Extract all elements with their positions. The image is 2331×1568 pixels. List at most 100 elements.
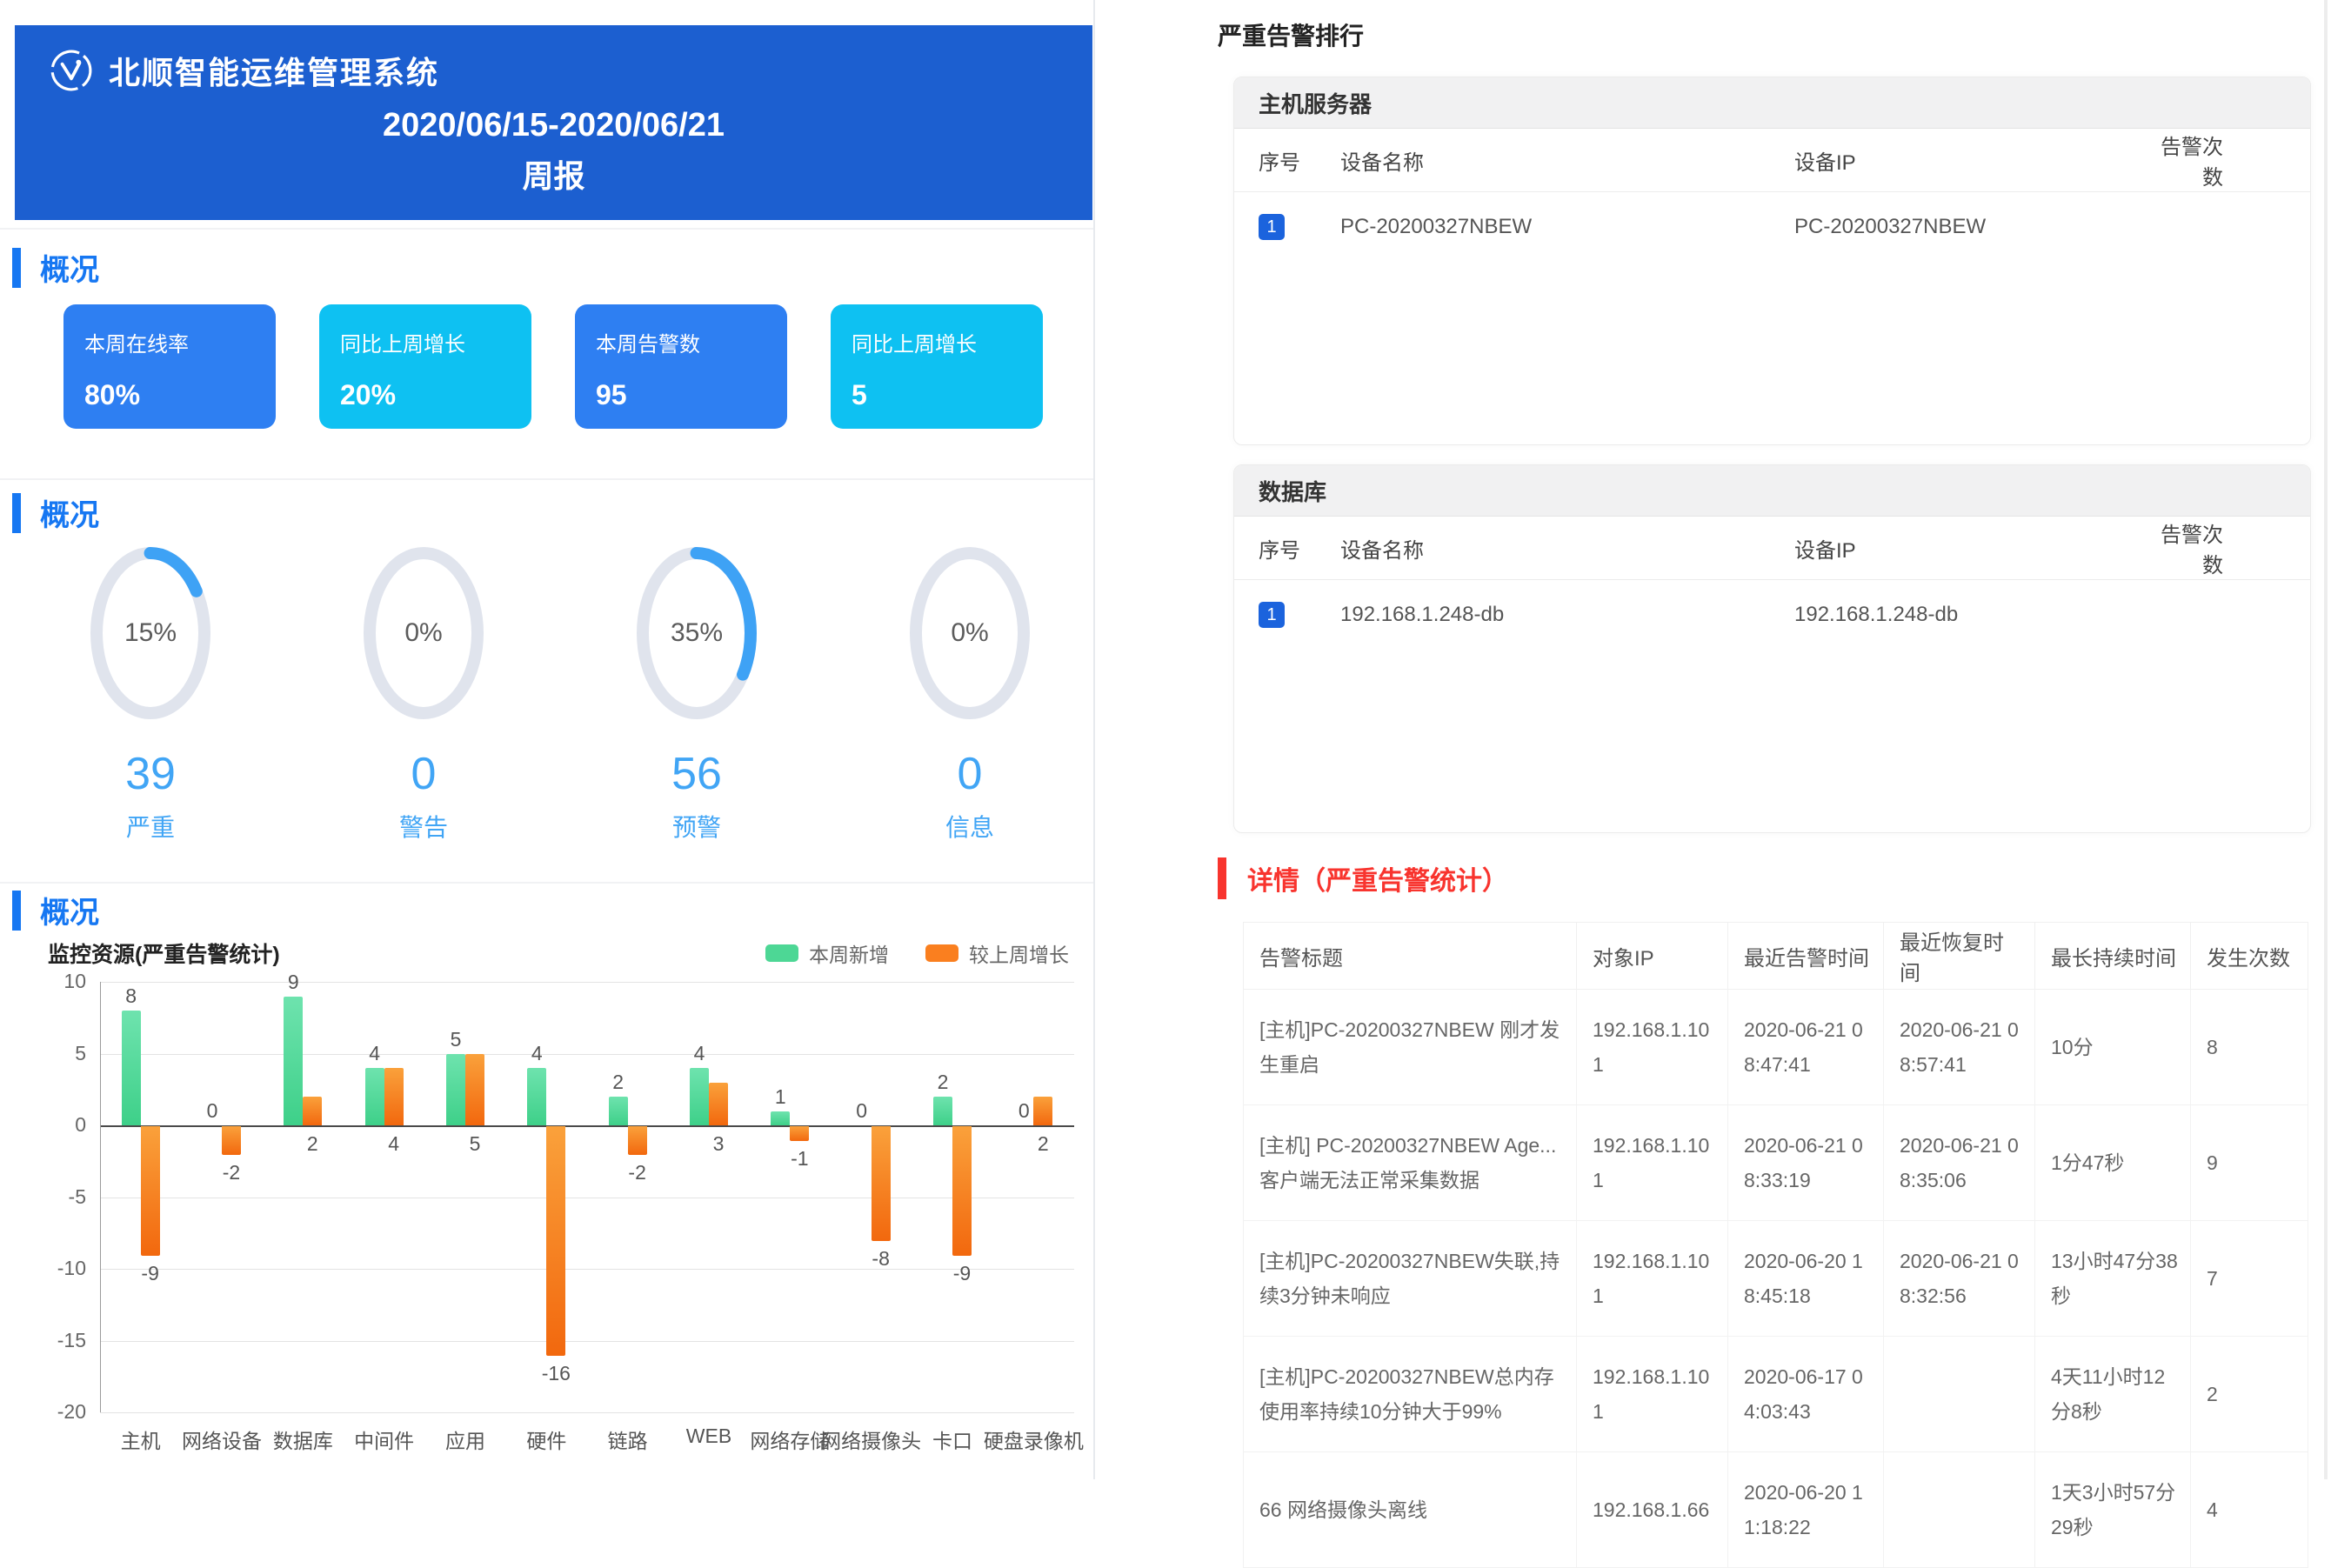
object-ip-cell: 192.168.1.101 xyxy=(1577,1105,1728,1221)
device-name-cell: PC-20200327NBEW xyxy=(1339,192,1793,263)
report-type: 周报 xyxy=(15,151,1092,197)
detail-col-header: 最长持续时间 xyxy=(2035,923,2191,990)
bar-value-label: 2 xyxy=(277,1132,347,1156)
alarm-count-cell xyxy=(2156,580,2310,651)
last-recovery-time-cell: 2020-06-21 08:57:41 xyxy=(1884,990,2035,1105)
detail-table-row[interactable]: [主机]PC-20200327NBEW 刚才发生重启192.168.1.1012… xyxy=(1244,990,2308,1105)
device-ip-cell: 192.168.1.248-db xyxy=(1793,580,2156,651)
donut-count: 39 xyxy=(125,751,176,797)
object-ip-cell: 192.168.1.101 xyxy=(1577,1337,1728,1452)
panel-title: 主机服务器 xyxy=(1234,77,2310,129)
rank-table: 序号 设备名称 设备IP 告警次数 1 192.168.1.248-db 192… xyxy=(1234,517,2310,650)
stat-card-value: 95 xyxy=(596,379,787,411)
bar-较上周增长[interactable] xyxy=(303,1097,322,1125)
detail-col-header: 最近恢复时间 xyxy=(1884,923,2035,990)
stat-card-label: 本周告警数 xyxy=(596,327,787,357)
stat-card-value: 80% xyxy=(84,379,276,411)
bar-较上周增长[interactable] xyxy=(141,1126,160,1256)
bar-较上周增长[interactable] xyxy=(709,1083,728,1126)
occurrence-count-cell: 7 xyxy=(2191,1221,2308,1337)
bar-较上周增长[interactable] xyxy=(546,1126,565,1356)
last-recovery-time-cell xyxy=(1884,1452,2035,1568)
donut-ring: 15% xyxy=(85,541,216,725)
bar-较上周增长[interactable] xyxy=(872,1126,891,1241)
detail-col-header: 发生次数 xyxy=(2191,923,2308,990)
occurrence-count-cell: 4 xyxy=(2191,1452,2308,1568)
bar-value-label: -2 xyxy=(603,1161,672,1184)
bar-value-label: 4 xyxy=(359,1132,429,1156)
donut-gauge: 0% 0 信息 xyxy=(833,541,1106,844)
panel-title: 数据库 xyxy=(1234,465,2310,517)
donut-label: 严重 xyxy=(126,809,175,844)
rank-table-row[interactable]: 1 192.168.1.248-db 192.168.1.248-db xyxy=(1234,580,2310,651)
bar-value-label: 9 xyxy=(258,971,328,994)
donut-gauge: 15% 39 严重 xyxy=(14,541,287,844)
last-alarm-time-cell: 2020-06-21 08:47:41 xyxy=(1728,990,1884,1105)
bar-value-label: -2 xyxy=(197,1161,266,1184)
donut-gauge: 0% 0 警告 xyxy=(287,541,560,844)
bar-value-label: -9 xyxy=(927,1262,997,1285)
rank-table-header-row: 序号 设备名称 设备IP 告警次数 xyxy=(1234,517,2310,580)
rank-table-row[interactable]: 1 PC-20200327NBEW PC-20200327NBEW xyxy=(1234,192,2310,263)
donut-label: 信息 xyxy=(945,809,994,844)
donut-gauge: 35% 56 预警 xyxy=(560,541,833,844)
bar-较上周增长[interactable] xyxy=(790,1126,809,1141)
col-header-alarm-count: 告警次数 xyxy=(2156,517,2310,580)
detail-table-row[interactable]: [主机]PC-20200327NBEW失联,持续3分钟未响应192.168.1.… xyxy=(1244,1221,2308,1337)
longest-duration-cell: 1分47秒 xyxy=(2035,1105,2191,1221)
bar-本周新增[interactable] xyxy=(527,1068,546,1125)
bar-value-label: 2 xyxy=(1008,1132,1078,1156)
detail-table-row[interactable]: 66 网络摄像头离线192.168.1.662020-06-20 11:18:2… xyxy=(1244,1452,2308,1568)
detail-col-header: 告警标题 xyxy=(1244,923,1577,990)
donut-count: 0 xyxy=(958,751,983,797)
bar-value-label: 4 xyxy=(502,1042,571,1065)
object-ip-cell: 192.168.1.101 xyxy=(1577,1221,1728,1337)
stat-card: 本周告警数 95 xyxy=(575,304,787,429)
device-name-cell: 192.168.1.248-db xyxy=(1339,580,1793,651)
legend-swatch xyxy=(925,944,958,962)
detail-table-row[interactable]: [主机] PC-20200327NBEW Age...客户端无法正常采集数据19… xyxy=(1244,1105,2308,1221)
bar-本周新增[interactable] xyxy=(446,1054,465,1126)
bar-本周新增[interactable] xyxy=(690,1068,709,1125)
report-date-range: 2020/06/15-2020/06/21 xyxy=(15,107,1092,144)
last-alarm-time-cell: 2020-06-21 08:33:19 xyxy=(1728,1105,1884,1221)
section-title-overview-donuts: 概况 xyxy=(12,491,99,534)
bar-value-label: 8 xyxy=(97,984,166,1008)
alarm-count-cell xyxy=(2156,192,2310,263)
y-tick-label: 10 xyxy=(48,970,86,993)
bar-较上周增长[interactable] xyxy=(952,1126,972,1256)
col-header-device-name: 设备名称 xyxy=(1339,517,1793,580)
bar-value-label: 4 xyxy=(340,1042,410,1065)
scrollbar-track[interactable] xyxy=(2324,0,2328,1479)
section-divider xyxy=(0,478,1093,480)
donut-ring: 0% xyxy=(905,541,1035,725)
occurrence-count-cell: 2 xyxy=(2191,1337,2308,1452)
x-axis-line xyxy=(100,1125,1074,1127)
legend-swatch xyxy=(765,944,798,962)
bar-value-label: 4 xyxy=(665,1042,734,1065)
col-header-alarm-count: 告警次数 xyxy=(2156,129,2310,192)
panel-database: 数据库 序号 设备名称 设备IP 告警次数 1 192.168.1.248-db… xyxy=(1233,464,2311,833)
section-accent-bar xyxy=(12,493,21,533)
bar-value-label: -9 xyxy=(116,1262,185,1285)
bar-本周新增[interactable] xyxy=(365,1068,384,1125)
last-alarm-time-cell: 2020-06-20 11:18:22 xyxy=(1728,1452,1884,1568)
bar-chart-plot: 1050-5-10-15-20主机8-9网络设备0-2数据库92中间件44应用5… xyxy=(48,961,1079,1465)
donut-percent: 0% xyxy=(905,541,1035,725)
bar-较上周增长[interactable] xyxy=(465,1054,484,1126)
bar-本周新增[interactable] xyxy=(284,997,303,1126)
donut-percent: 35% xyxy=(631,541,762,725)
detail-table-row[interactable]: [主机]PC-20200327NBEW总内存使用率持续10分钟大于99%192.… xyxy=(1244,1337,2308,1452)
bar-本周新增[interactable] xyxy=(933,1097,952,1125)
bar-较上周增长[interactable] xyxy=(628,1126,647,1155)
bar-本周新增[interactable] xyxy=(122,1011,141,1125)
detail-section-title: 详情（严重告警统计） xyxy=(1218,857,1508,899)
bar-较上周增长[interactable] xyxy=(1033,1097,1052,1125)
bar-本周新增[interactable] xyxy=(609,1097,628,1125)
bar-较上周增长[interactable] xyxy=(384,1068,404,1125)
donut-count: 0 xyxy=(411,751,437,797)
donut-label: 警告 xyxy=(399,809,448,844)
y-axis-line xyxy=(100,982,101,1412)
bar-较上周增长[interactable] xyxy=(222,1126,241,1155)
bar-本周新增[interactable] xyxy=(771,1111,790,1126)
